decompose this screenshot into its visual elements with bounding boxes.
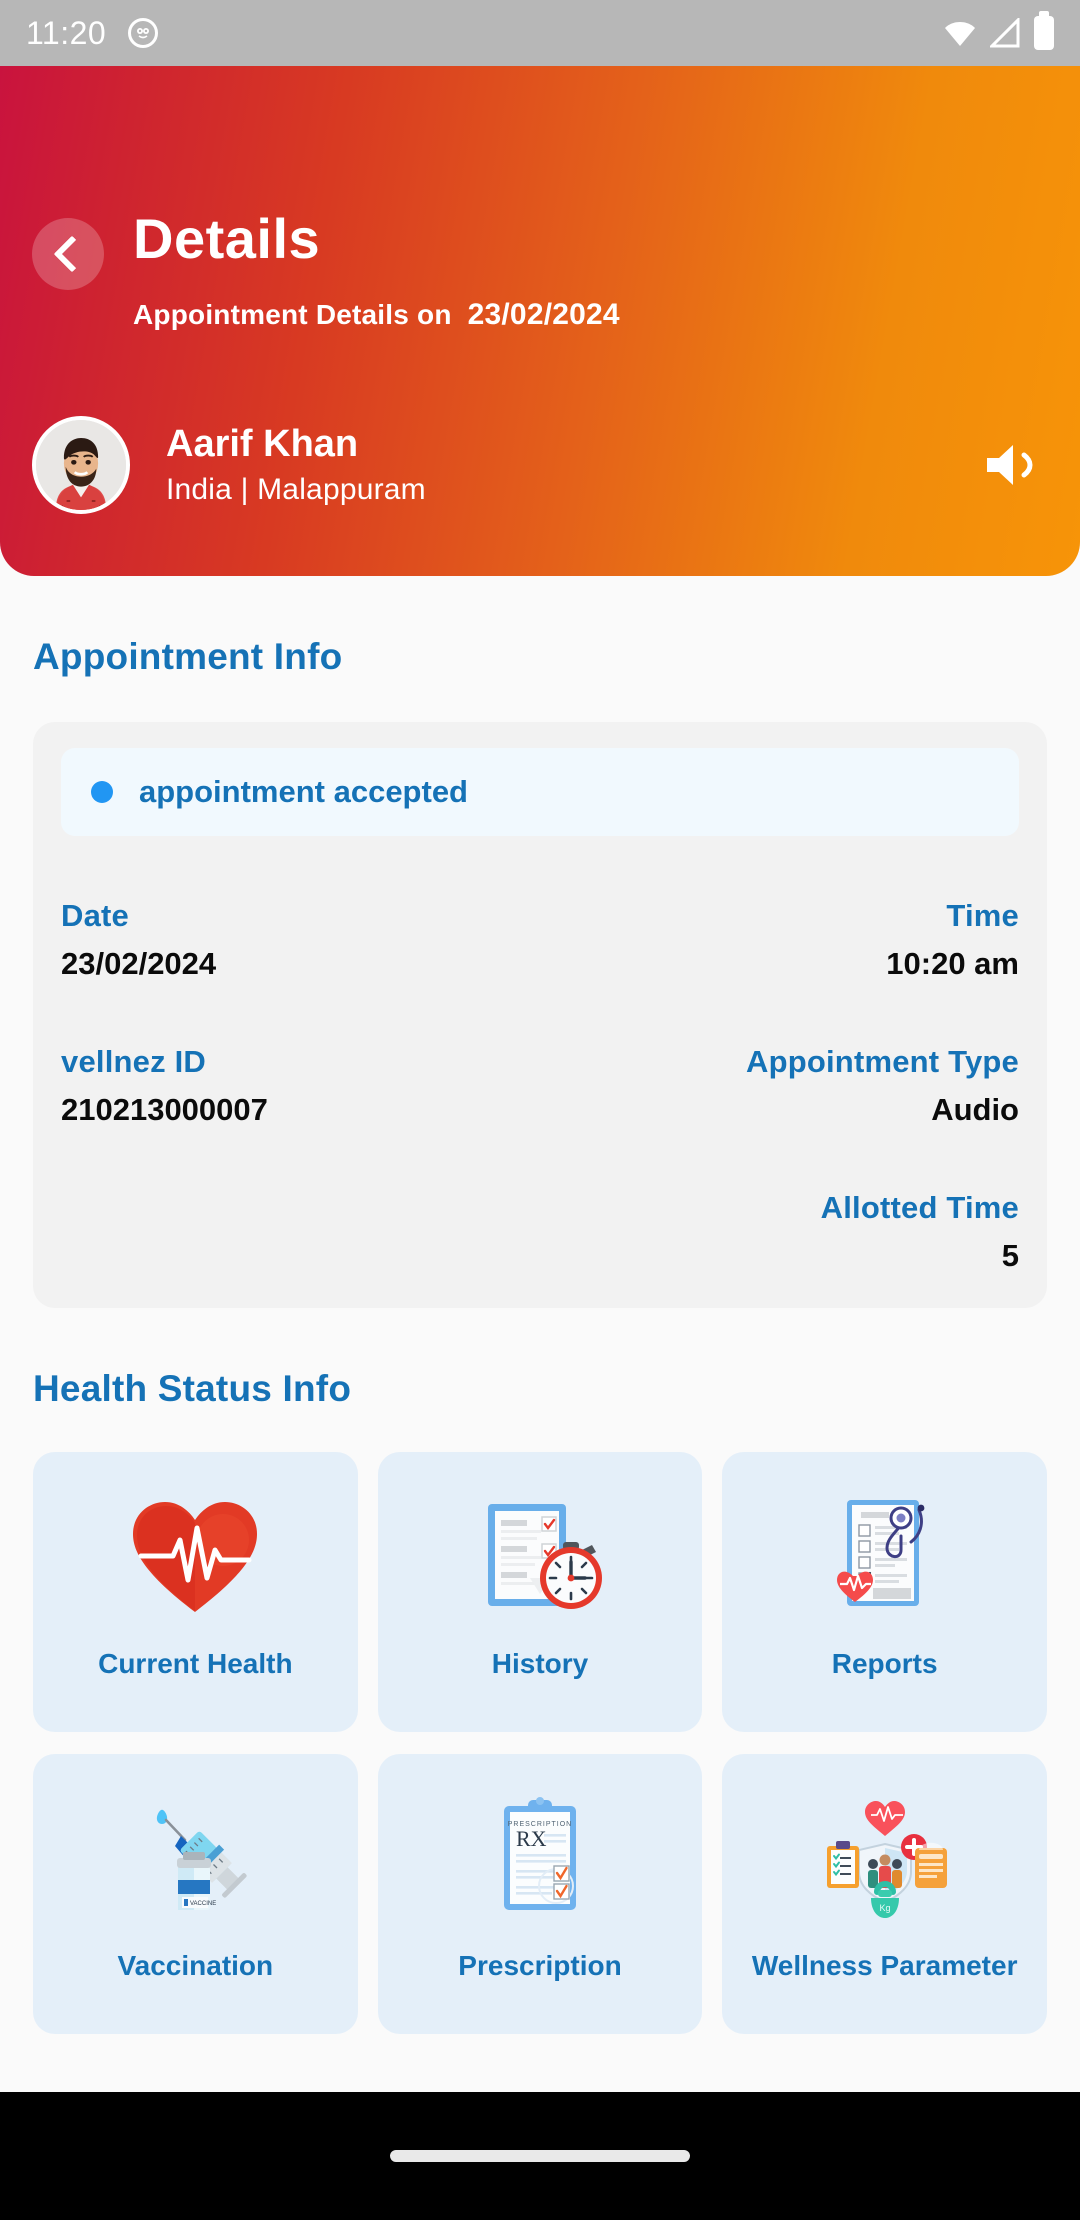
wifi-icon — [944, 18, 976, 48]
tile-vaccination[interactable]: VACCINE Vaccination — [33, 1754, 358, 2034]
info-value: 10:20 am — [886, 946, 1019, 981]
info-label: Date — [61, 898, 129, 933]
svg-text:Kg: Kg — [879, 1903, 890, 1913]
tile-reports[interactable]: Reports — [722, 1452, 1047, 1732]
info-row-allotted-time: Allotted Time 5 — [61, 1190, 1019, 1274]
chevron-left-icon — [53, 235, 91, 273]
header-subtitle-prefix: Appointment Details on — [133, 299, 452, 330]
cellular-signal-icon — [988, 16, 1020, 48]
info-field-empty — [61, 1190, 540, 1274]
svg-text:VACCINE: VACCINE — [190, 1901, 216, 1907]
system-navigation-bar — [0, 2092, 1080, 2220]
home-indicator-pill[interactable] — [390, 2150, 690, 2162]
info-label: vellnez ID — [61, 1044, 206, 1079]
patient-text: Aarif Khan India | Malappuram — [166, 423, 426, 507]
status-dot-icon — [91, 781, 113, 803]
header-subtitle-date: 23/02/2024 — [467, 298, 620, 331]
tile-label: Wellness Parameter — [751, 1950, 1018, 1981]
tile-wellness-parameter[interactable]: Kg Wellness Parameter — [722, 1754, 1047, 2034]
status-badge: appointment accepted — [61, 748, 1019, 836]
syringe-vial-icon: VACCINE — [125, 1784, 265, 1934]
tile-prescription[interactable]: PRESCRIPTION RX Prescription — [377, 1754, 703, 2034]
patient-location: India | Malappuram — [166, 472, 426, 506]
health-status-tile-grid: Current Health History Reports VACCINE V… — [33, 1452, 1047, 2034]
info-field-allotted-time: Allotted Time 5 — [540, 1190, 1019, 1274]
tile-current-health[interactable]: Current Health — [33, 1452, 358, 1732]
wellness-composite-icon: Kg — [815, 1784, 955, 1934]
patient-summary[interactable]: Aarif Khan India | Malappuram — [32, 406, 1048, 524]
status-bar: 11:20 — [0, 0, 1080, 66]
header-subtitle: Appointment Details on 23/02/2024 — [133, 298, 620, 332]
info-field-time: Time 10:20 am — [540, 898, 1019, 982]
info-field-vellnez-id: vellnez ID 210213000007 — [61, 1044, 540, 1128]
patient-name: Aarif Khan — [166, 423, 359, 466]
health-status-info-title: Health Status Info — [33, 1368, 352, 1409]
battery-icon — [1034, 11, 1054, 50]
tile-label: Vaccination — [117, 1950, 274, 1981]
info-field-date: Date 23/02/2024 — [61, 898, 540, 982]
tile-label: Reports — [831, 1648, 938, 1679]
page-title: Details — [133, 207, 321, 270]
tile-label: Current Health — [98, 1648, 293, 1679]
tile-history[interactable]: History — [377, 1452, 703, 1732]
info-value: 23/02/2024 — [61, 946, 217, 981]
owl-app-icon — [128, 18, 159, 48]
info-value: 5 — [1001, 1238, 1019, 1273]
info-row-date-time: Date 23/02/2024 Time 10:20 am — [61, 898, 1019, 982]
tile-label: History — [491, 1648, 589, 1679]
prescription-rx-clipboard-icon: PRESCRIPTION RX — [470, 1784, 610, 1934]
page-header: Details Appointment Details on 23/02/2024 — [0, 66, 1080, 576]
heart-pulse-icon — [125, 1482, 265, 1632]
info-value: 210213000007 — [61, 1092, 268, 1127]
info-label: Appointment Type — [746, 1044, 1019, 1079]
info-value: Audio — [931, 1092, 1019, 1127]
volume-speaker-icon[interactable] — [978, 437, 1048, 493]
info-label: Time — [946, 898, 1019, 933]
clipboard-stopwatch-icon — [470, 1482, 610, 1632]
back-button[interactable] — [32, 218, 104, 290]
info-row-id-type: vellnez ID 210213000007 Appointment Type… — [61, 1044, 1019, 1128]
status-badge-label: appointment accepted — [139, 774, 468, 809]
info-field-appointment-type: Appointment Type Audio — [540, 1044, 1019, 1128]
appointment-info-title: Appointment Info — [33, 636, 343, 677]
tile-label: Prescription — [458, 1950, 622, 1981]
medical-report-stethoscope-icon — [815, 1482, 955, 1632]
avatar — [32, 416, 130, 514]
status-bar-icons — [944, 11, 1054, 50]
svg-text:RX: RX — [516, 1826, 547, 1851]
status-bar-clock: 11:20 — [26, 14, 107, 51]
info-label: Allotted Time — [820, 1190, 1019, 1225]
appointment-info-card: appointment accepted Date 23/02/2024 Tim… — [33, 722, 1047, 1308]
